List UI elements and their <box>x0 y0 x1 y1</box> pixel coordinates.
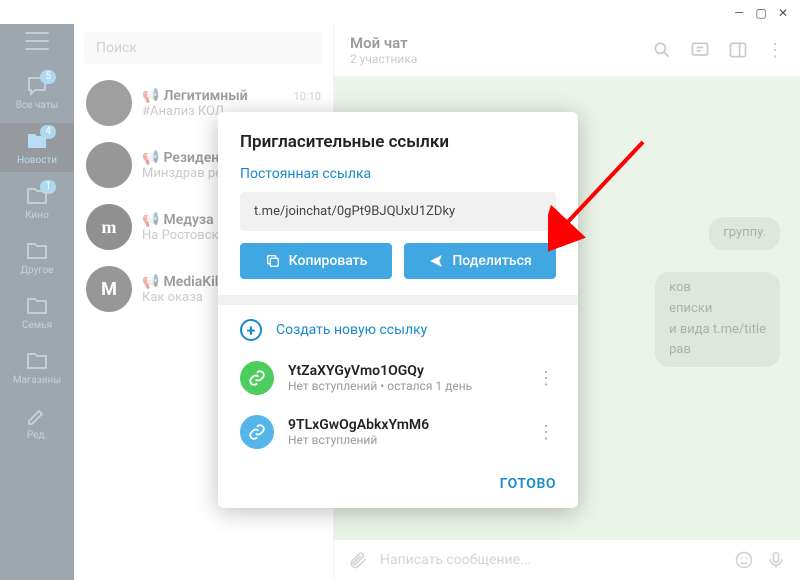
link-icon <box>240 415 274 449</box>
create-link-button[interactable]: + Создать новую ссылку <box>218 305 578 351</box>
window-close[interactable]: ✕ <box>776 6 790 20</box>
invite-link-field[interactable]: t.me/joinchat/0gPt9BJQUxU1ZDky <box>240 192 556 231</box>
create-label: Создать новую ссылку <box>276 322 427 338</box>
done-button[interactable]: ГОТОВО <box>500 476 556 492</box>
permanent-link-label[interactable]: Постоянная ссылка <box>218 166 578 192</box>
window-minimize[interactable]: — <box>732 6 746 20</box>
copy-icon <box>265 253 281 269</box>
share-icon <box>428 253 444 269</box>
link-menu-icon[interactable]: ⋮ <box>537 368 556 389</box>
invite-links-modal: Пригласительные ссылки Постоянная ссылка… <box>218 112 578 508</box>
copy-button[interactable]: Копировать <box>240 243 392 279</box>
modal-title: Пригласительные ссылки <box>218 132 578 166</box>
link-name: YtZaXYGyVmo1OGQy <box>288 363 523 379</box>
share-button[interactable]: Поделиться <box>404 243 556 279</box>
link-sub: Нет вступлений • остался 1 день <box>288 379 523 393</box>
copy-label: Копировать <box>289 253 368 269</box>
link-sub: Нет вступлений <box>288 433 523 447</box>
share-label: Поделиться <box>452 253 531 269</box>
invite-link-item[interactable]: 9TLxGwOgAbkxYmM6 Нет вступлений ⋮ <box>218 405 578 459</box>
plus-icon: + <box>240 319 262 341</box>
window-maximize[interactable]: ▢ <box>754 6 768 20</box>
invite-link-item[interactable]: YtZaXYGyVmo1OGQy Нет вступлений • осталс… <box>218 351 578 405</box>
link-menu-icon[interactable]: ⋮ <box>537 422 556 443</box>
link-name: 9TLxGwOgAbkxYmM6 <box>288 417 523 433</box>
divider <box>218 295 578 305</box>
link-icon <box>240 361 274 395</box>
